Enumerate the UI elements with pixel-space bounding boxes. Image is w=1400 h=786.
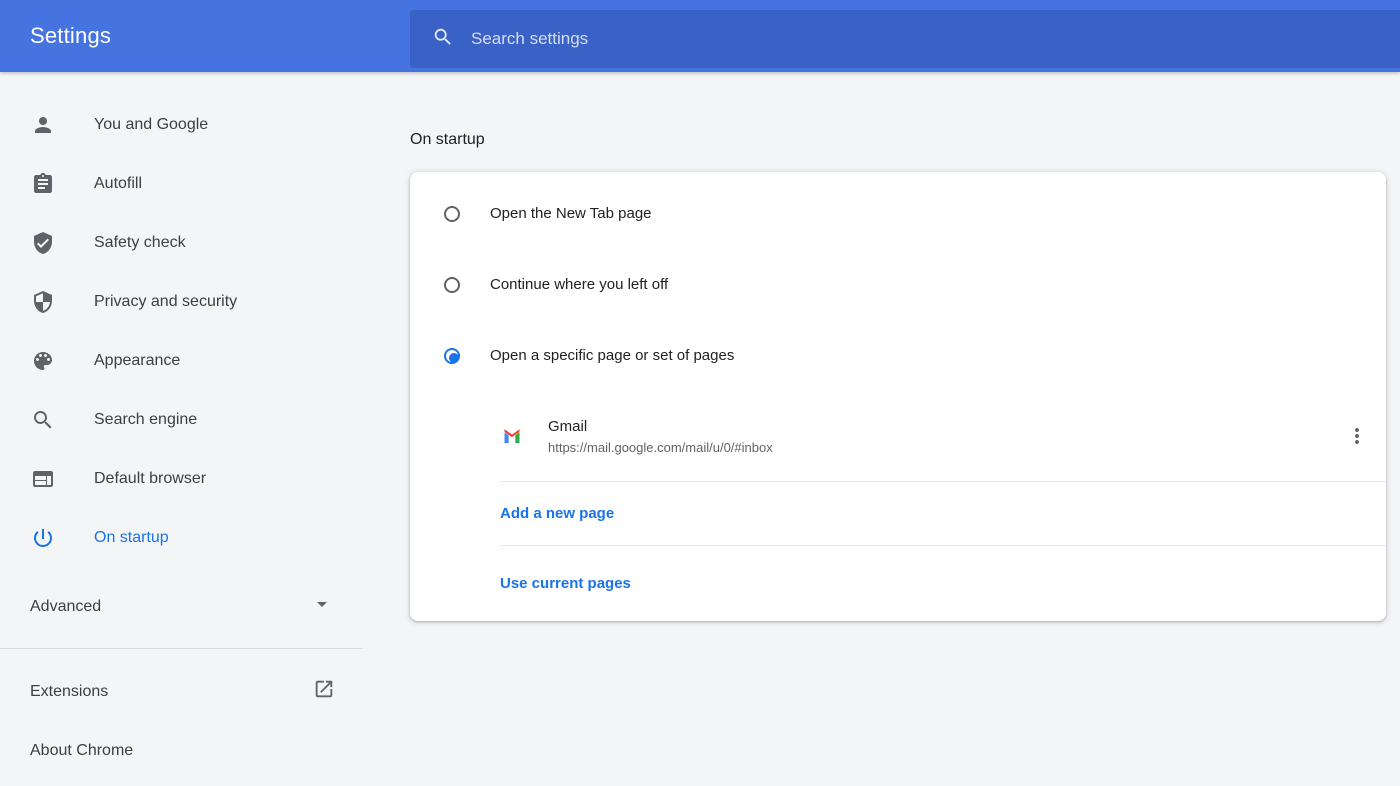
radio-label: Open the New Tab page	[490, 205, 652, 222]
sidebar-item-appearance[interactable]: Appearance	[0, 331, 363, 390]
startup-page-row: Gmail https://mail.google.com/mail/u/0/#…	[410, 391, 1386, 481]
radio-option-specific-pages[interactable]: Open a specific page or set of pages	[410, 320, 1386, 391]
sidebar-item-label: Search engine	[94, 410, 198, 428]
sidebar-item-label: You and Google	[94, 115, 209, 133]
sidebar-item-privacy-and-security[interactable]: Privacy and security	[0, 272, 363, 331]
sidebar-item-you-and-google[interactable]: You and Google	[0, 95, 363, 154]
sidebar-secondary-menu: Extensions About Chrome	[0, 649, 363, 780]
sidebar-item-extensions[interactable]: Extensions	[0, 662, 363, 721]
browser-window-icon	[31, 467, 55, 491]
header-bar: Settings	[0, 0, 1400, 72]
sidebar-item-label: On startup	[94, 528, 169, 546]
add-new-page-label: Add a new page	[500, 505, 615, 522]
startup-page-info: Gmail https://mail.google.com/mail/u/0/#…	[548, 418, 773, 455]
sidebar-item-safety-check[interactable]: Safety check	[0, 213, 363, 272]
sidebar-item-on-startup[interactable]: On startup	[0, 508, 363, 567]
main-content: On startup Open the New Tab page Continu…	[363, 72, 1400, 786]
advanced-label: Advanced	[30, 597, 102, 615]
sidebar-item-label: Privacy and security	[94, 292, 238, 310]
more-options-button[interactable]	[1345, 424, 1369, 448]
radio-label: Continue where you left off	[490, 276, 669, 293]
about-chrome-label: About Chrome	[30, 741, 134, 759]
gmail-icon	[502, 426, 522, 446]
sidebar-item-label: Default browser	[94, 469, 207, 487]
use-current-pages-label: Use current pages	[500, 575, 631, 592]
search-box[interactable]	[410, 10, 1400, 68]
settings-sidebar: You and Google Autofill Safety check Pri…	[0, 72, 363, 780]
sidebar-item-about-chrome[interactable]: About Chrome	[0, 721, 363, 780]
radio-option-continue[interactable]: Continue where you left off	[410, 249, 1386, 320]
person-icon	[31, 113, 55, 137]
sidebar-item-label: Autofill	[94, 174, 143, 192]
startup-page-url: https://mail.google.com/mail/u/0/#inbox	[548, 439, 773, 455]
sidebar-item-default-browser[interactable]: Default browser	[0, 449, 363, 508]
sidebar-item-autofill[interactable]: Autofill	[0, 154, 363, 213]
on-startup-card: Open the New Tab page Continue where you…	[410, 172, 1386, 621]
radio-button[interactable]	[444, 205, 460, 222]
magnifier-icon	[31, 408, 55, 432]
radio-button[interactable]	[444, 347, 460, 364]
clipboard-icon	[31, 172, 55, 196]
external-link-icon	[313, 678, 335, 705]
palette-icon	[31, 349, 55, 373]
sidebar-menu: You and Google Autofill Safety check Pri…	[0, 72, 363, 567]
sidebar-item-advanced[interactable]: Advanced	[0, 577, 363, 636]
startup-page-title: Gmail	[548, 417, 588, 435]
use-current-pages-button[interactable]: Use current pages	[410, 546, 1386, 621]
radio-label: Open a specific page or set of pages	[490, 347, 735, 364]
radio-button[interactable]	[444, 276, 460, 293]
section-title: On startup	[410, 131, 485, 148]
chevron-down-icon	[310, 592, 334, 621]
search-icon	[432, 26, 454, 53]
shield-half-icon	[31, 290, 55, 314]
sidebar-item-label: Appearance	[94, 351, 181, 369]
shield-check-icon	[31, 231, 55, 255]
sidebar-item-search-engine[interactable]: Search engine	[0, 390, 363, 449]
power-icon	[31, 526, 55, 550]
radio-option-new-tab[interactable]: Open the New Tab page	[410, 178, 1386, 249]
page-title: Settings	[30, 23, 112, 48]
sidebar-item-label: Safety check	[94, 233, 186, 251]
extensions-label: Extensions	[30, 682, 109, 700]
search-input[interactable]	[471, 29, 1380, 49]
add-new-page-button[interactable]: Add a new page	[410, 482, 1386, 545]
